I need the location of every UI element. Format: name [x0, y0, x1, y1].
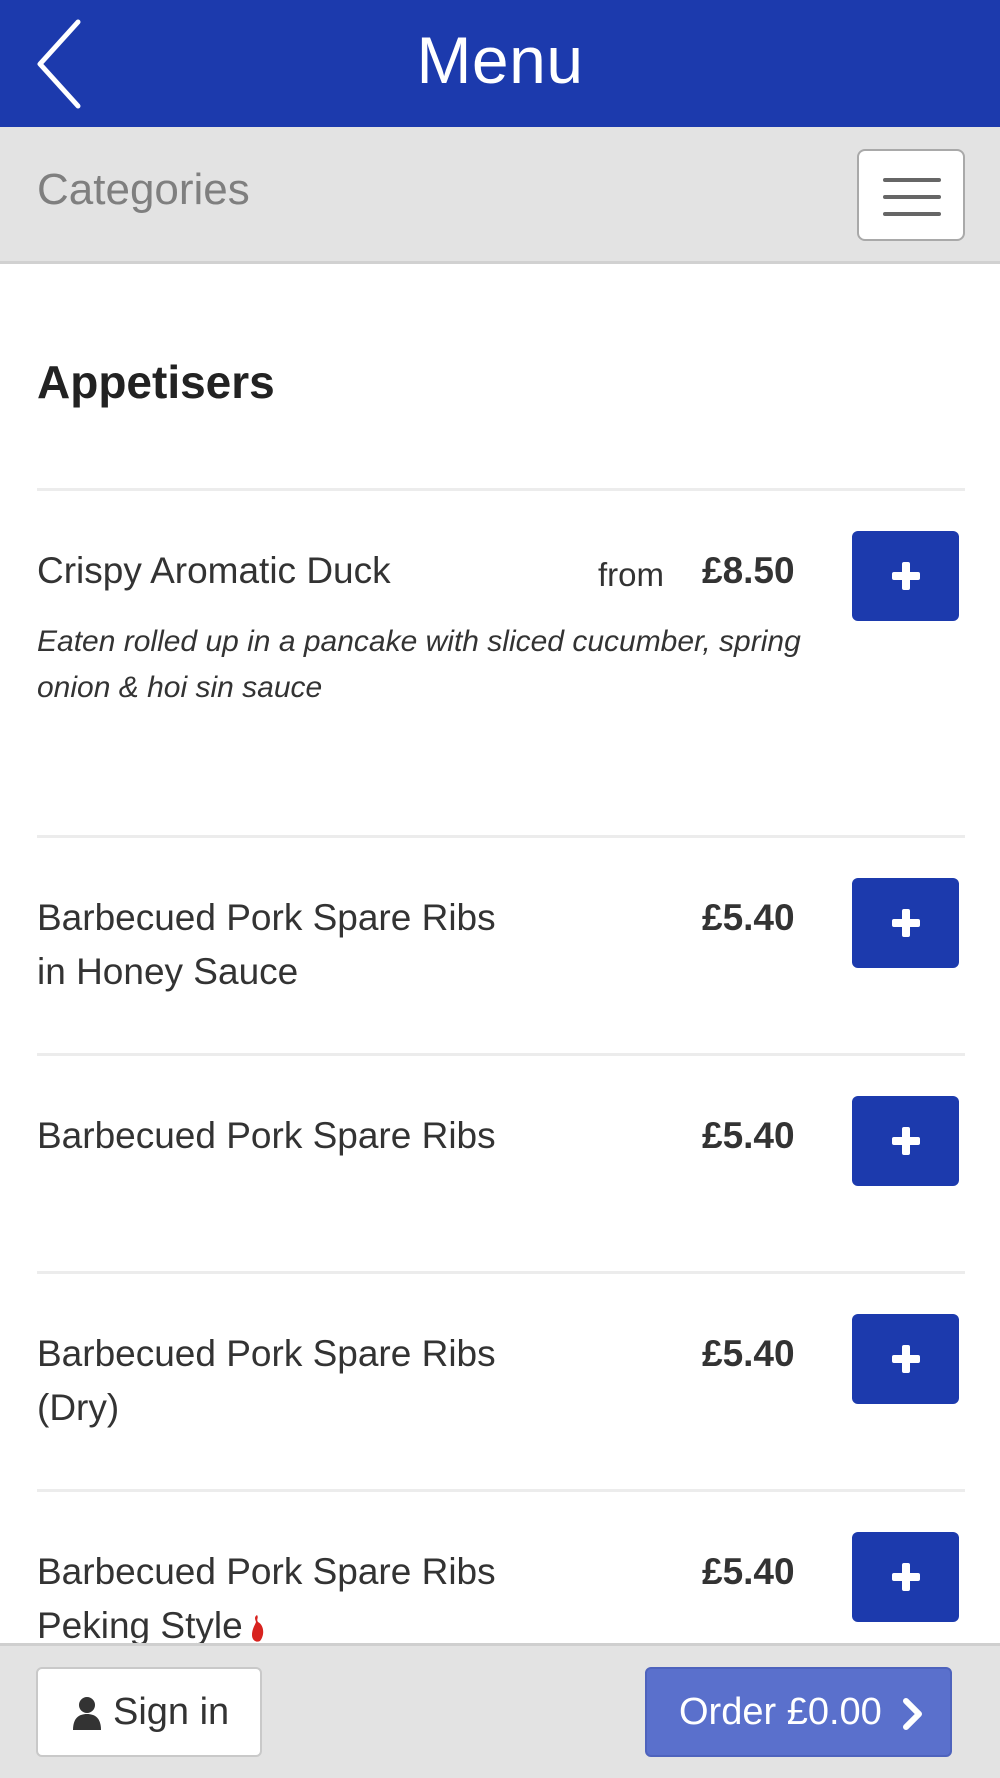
add-to-order-button[interactable]: [852, 1532, 959, 1622]
item-price: £5.40: [702, 897, 795, 938]
top-header: Menu: [0, 0, 1000, 127]
hamburger-icon: [883, 178, 941, 182]
add-to-order-button[interactable]: [852, 1096, 959, 1186]
sign-in-button[interactable]: Sign in: [36, 1667, 262, 1757]
item-name: Barbecued Pork Spare Ribs: [37, 1115, 496, 1156]
add-to-order-button[interactable]: [852, 878, 959, 968]
categories-menu-button[interactable]: [857, 149, 965, 241]
item-from-label: from: [598, 556, 664, 593]
add-to-order-button[interactable]: [852, 1314, 959, 1404]
chili-icon: [251, 1615, 263, 1642]
item-name: Barbecued Pork Spare Ribs in Honey Sauce: [37, 897, 496, 992]
section-title: Appetisers: [37, 356, 275, 408]
divider: [37, 1053, 965, 1056]
order-label: Order £0.00: [679, 1691, 882, 1733]
item-description: Eaten rolled up in a pancake with sliced…: [37, 625, 801, 704]
bottom-bar: Sign in Order £0.00: [0, 1643, 1000, 1778]
categories-bar: Categories: [0, 127, 1000, 264]
chevron-right-icon: [903, 1698, 922, 1730]
page-title: Menu: [416, 23, 584, 97]
divider: [37, 835, 965, 838]
item-price: £5.40: [702, 1115, 795, 1156]
sign-in-label: Sign in: [113, 1691, 230, 1733]
item-price: £8.50: [702, 550, 795, 591]
item-price: £5.40: [702, 1333, 795, 1374]
divider: [37, 488, 965, 491]
menu-screen: Menu Categories Appetisers Crispy Aromat…: [0, 0, 1000, 1778]
add-to-order-button[interactable]: [852, 531, 959, 621]
user-icon: [73, 1697, 101, 1730]
categories-label: Categories: [37, 165, 250, 214]
item-name: Crispy Aromatic Duck: [37, 550, 391, 591]
item-price: £5.40: [702, 1551, 795, 1592]
item-name: Barbecued Pork Spare Ribs Peking Style: [37, 1545, 497, 1653]
divider: [37, 1489, 965, 1492]
item-name: Barbecued Pork Spare Ribs (Dry): [37, 1333, 496, 1428]
order-button[interactable]: Order £0.00: [645, 1667, 952, 1757]
divider: [37, 1271, 965, 1274]
